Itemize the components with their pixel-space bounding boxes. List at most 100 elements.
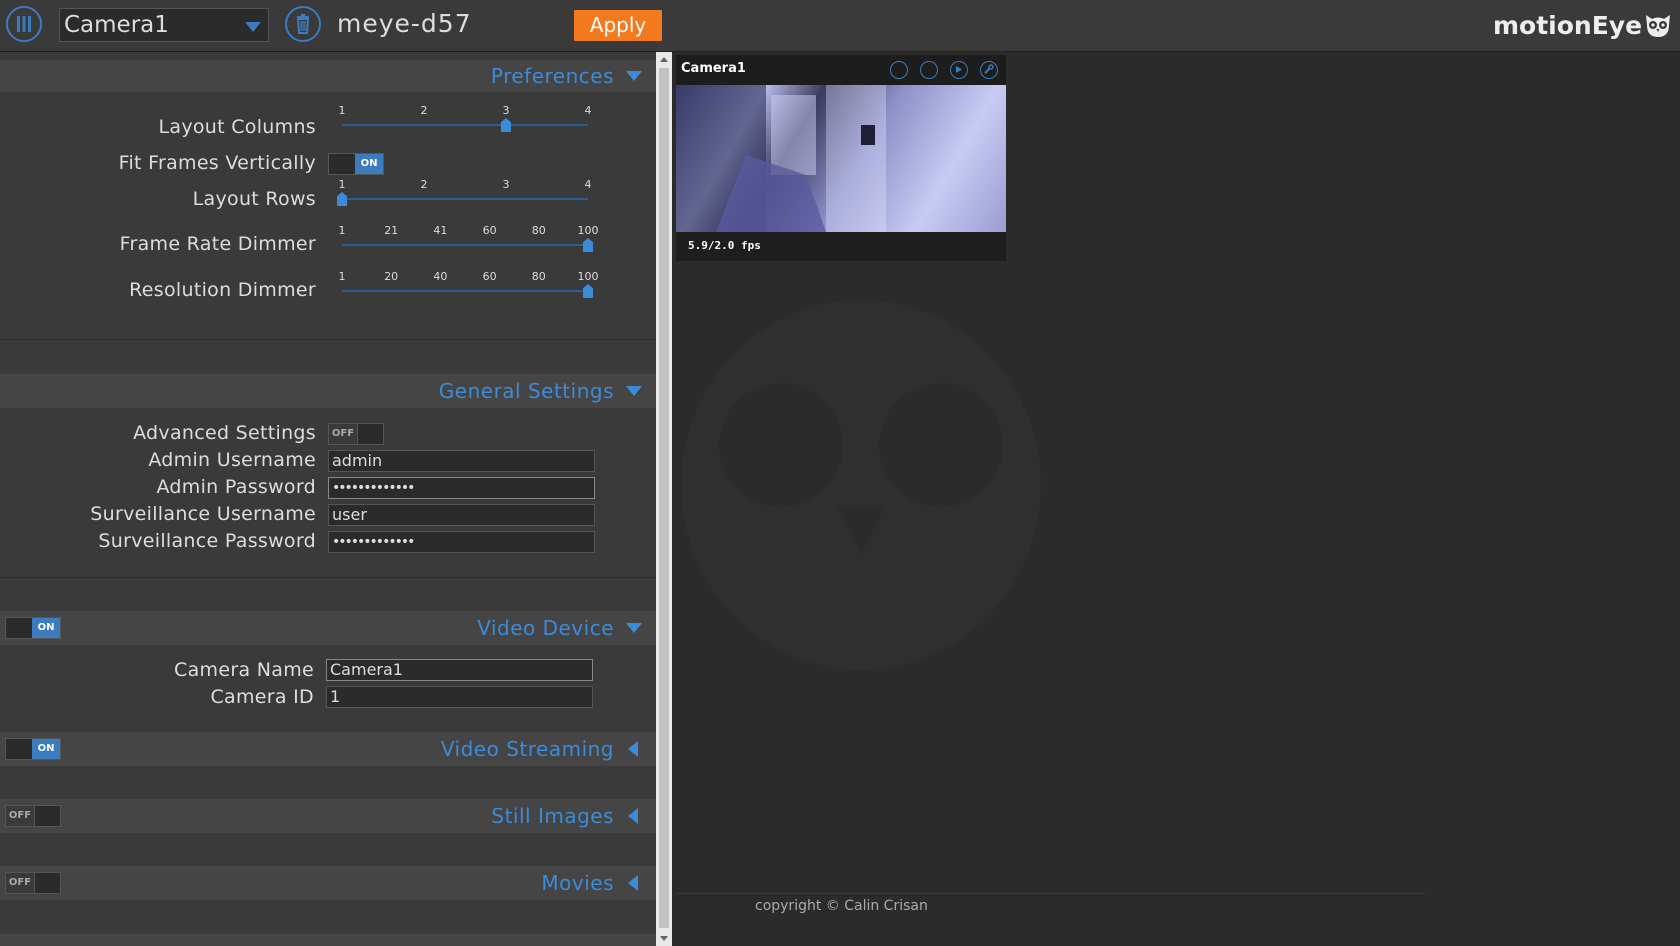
slider-handle[interactable] <box>337 192 347 206</box>
still-images-title: Still Images <box>491 804 614 828</box>
trash-icon <box>296 14 310 34</box>
frame-rate-dimmer-slider[interactable]: 1 21 41 60 80 100 <box>338 224 599 254</box>
brand-title: motionEye <box>1493 11 1643 40</box>
toggle-state: OFF <box>6 806 35 826</box>
still-images-header[interactable]: OFF Still Images <box>0 799 656 833</box>
slider-tick: 40 <box>433 270 448 283</box>
section-divider <box>0 339 656 340</box>
camera-fps: 5.9/2.0 fps <box>688 239 761 252</box>
movies-toggle[interactable]: OFF <box>5 872 61 894</box>
top-bar: Camera1 meye-d57 Apply motionEye <box>0 0 1680 52</box>
slider-tick: 1 <box>338 270 346 283</box>
video-streaming-header[interactable]: ON Video Streaming <box>0 732 656 766</box>
camera-name-label: Camera Name <box>174 659 314 681</box>
camera-live-image[interactable] <box>676 85 1006 232</box>
advanced-settings-label: Advanced Settings <box>133 422 316 444</box>
footer-divider <box>676 893 1426 894</box>
admin-password-input[interactable]: ••••••••••••• <box>328 477 595 499</box>
fit-frames-toggle[interactable]: ON <box>328 153 384 175</box>
admin-username-input[interactable]: admin <box>328 450 595 472</box>
video-device-title: Video Device <box>477 616 614 640</box>
copyright-text: copyright © Calin Crisan <box>755 898 928 914</box>
movies-header[interactable]: OFF Movies <box>0 866 656 900</box>
expand-down-icon <box>626 71 642 81</box>
slider-tick: 41 <box>433 224 448 237</box>
surveillance-password-label: Surveillance Password <box>98 530 316 552</box>
toggle-state: ON <box>32 618 60 638</box>
slider-tick: 20 <box>384 270 399 283</box>
slider-tick: 1 <box>338 104 346 117</box>
slider-track <box>342 124 588 126</box>
resolution-dimmer-slider[interactable]: 1 20 40 60 80 100 <box>338 270 599 300</box>
video-streaming-toggle[interactable]: ON <box>5 738 61 760</box>
picture-icon[interactable] <box>920 61 938 79</box>
fit-frames-label: Fit Frames Vertically <box>118 152 316 174</box>
toggle-state: ON <box>355 154 383 174</box>
owl-watermark-icon <box>681 300 1041 670</box>
play-icon[interactable] <box>950 61 968 79</box>
menu-icon <box>17 16 31 32</box>
surveillance-password-input[interactable]: ••••••••••••• <box>328 531 595 553</box>
toggle-state: OFF <box>329 424 358 444</box>
slider-track <box>342 244 588 246</box>
admin-username-label: Admin Username <box>148 449 316 471</box>
frame-rate-dimmer-label: Frame Rate Dimmer <box>119 233 316 255</box>
camera-name-input[interactable]: Camera1 <box>326 659 593 681</box>
main-menu-button[interactable] <box>6 6 42 42</box>
slider-tick: 2 <box>420 104 428 117</box>
slider-handle[interactable] <box>583 284 593 298</box>
slider-tick: 100 <box>577 270 599 283</box>
slider-handle[interactable] <box>501 118 511 132</box>
wrench-icon[interactable] <box>980 61 998 79</box>
slider-tick: 80 <box>531 270 546 283</box>
toggle-state: ON <box>32 739 60 759</box>
camera-title-bar: Camera1 <box>676 55 1006 85</box>
layout-rows-label: Layout Rows <box>192 188 316 210</box>
slider-tick: 3 <box>502 104 510 117</box>
camera-select[interactable]: Camera1 <box>59 8 269 42</box>
remove-camera-button[interactable] <box>285 6 321 42</box>
advanced-settings-toggle[interactable]: OFF <box>328 423 384 445</box>
slider-tick: 60 <box>482 224 497 237</box>
camera-id-input: 1 <box>326 686 593 708</box>
slider-tick: 100 <box>577 224 599 237</box>
next-section-header[interactable] <box>0 934 656 946</box>
camera-select-value: Camera1 <box>64 12 169 38</box>
still-images-toggle[interactable]: OFF <box>5 805 61 827</box>
surveillance-username-input[interactable]: user <box>328 504 595 526</box>
resolution-dimmer-label: Resolution Dimmer <box>129 279 316 301</box>
section-divider <box>0 577 656 578</box>
chevron-down-icon <box>245 22 261 32</box>
general-settings-header[interactable]: General Settings <box>0 374 656 408</box>
layout-columns-slider[interactable]: 1 2 3 4 <box>338 104 592 134</box>
scroll-up-icon[interactable] <box>660 57 668 62</box>
slider-tick: 60 <box>482 270 497 283</box>
play-glyph <box>956 66 962 73</box>
slider-track <box>342 290 588 292</box>
wrench-glyph <box>984 64 994 74</box>
slider-handle[interactable] <box>583 238 593 252</box>
camera-hostname: meye-d57 <box>337 9 472 38</box>
general-settings-title: General Settings <box>438 379 614 403</box>
apply-button[interactable]: Apply <box>574 10 662 41</box>
slider-track <box>342 198 588 200</box>
camera-frame[interactable]: Camera1 5.9/2.0 fps <box>676 55 1006 261</box>
layout-columns-label: Layout Columns <box>158 116 316 138</box>
owl-logo-icon <box>1646 15 1670 37</box>
scroll-down-icon[interactable] <box>660 936 668 941</box>
fullscreen-icon[interactable] <box>890 61 908 79</box>
slider-tick: 80 <box>531 224 546 237</box>
video-device-toggle[interactable]: ON <box>5 617 61 639</box>
layout-rows-slider[interactable]: 1 2 3 4 <box>337 178 592 208</box>
video-device-header[interactable]: ON Video Device <box>0 611 656 645</box>
scrollbar-thumb[interactable] <box>659 68 669 928</box>
preferences-title: Preferences <box>490 64 614 88</box>
camera-id-label: Camera ID <box>210 686 314 708</box>
settings-panel: Preferences Layout Columns 1 2 3 4 Fit F… <box>0 52 656 946</box>
slider-tick: 4 <box>584 178 592 191</box>
settings-scrollbar[interactable] <box>656 52 672 946</box>
preferences-header[interactable]: Preferences <box>0 60 656 92</box>
surveillance-username-label: Surveillance Username <box>90 503 316 525</box>
slider-tick: 1 <box>338 224 346 237</box>
camera-title: Camera1 <box>681 61 746 76</box>
